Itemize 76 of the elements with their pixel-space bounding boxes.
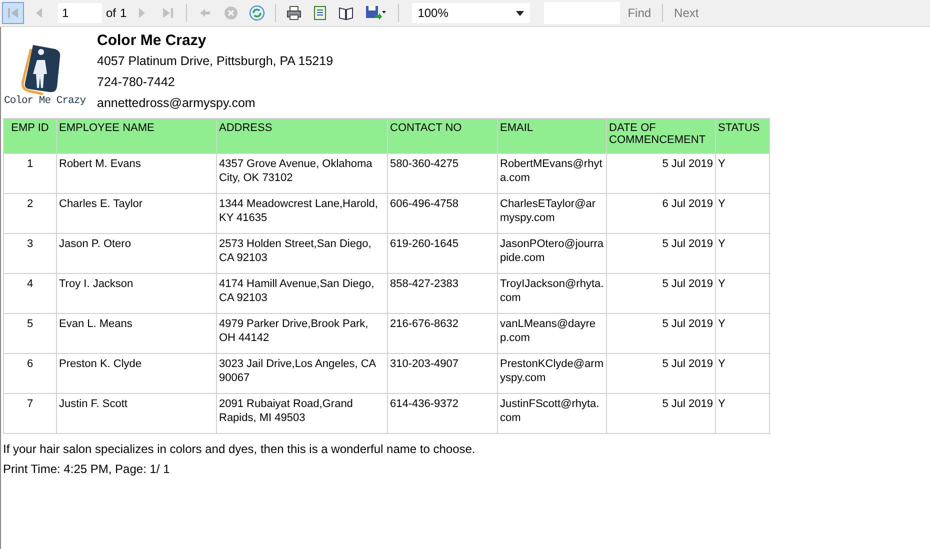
table-cell: 580-360-4275	[388, 154, 498, 194]
table-cell: Y	[716, 274, 770, 314]
table-cell: 6	[4, 354, 56, 394]
table-cell: 619-260-1645	[388, 234, 498, 274]
table-cell: 1344 Meadowcrest Lane,Harold, KY 41635	[216, 194, 388, 234]
print-icon	[286, 5, 302, 21]
table-cell: Jason P. Otero	[56, 234, 216, 274]
table-cell: vanLMeans@dayrep.com	[498, 314, 606, 354]
zoom-dropdown[interactable]: 100%	[412, 3, 530, 23]
table-cell: 4357 Grove Avenue, Oklahoma City, OK 73102	[216, 154, 388, 194]
next-link[interactable]: Next	[670, 6, 703, 20]
find-link[interactable]: Find	[624, 6, 656, 20]
table-cell: RobertMEvans@rhyta.com	[498, 154, 606, 194]
table-cell: 4	[4, 274, 56, 314]
table-cell: 5	[4, 314, 56, 354]
table-cell: Y	[716, 314, 770, 354]
stop-icon	[222, 5, 239, 21]
table-cell: JasonPOtero@jourrapide.com	[498, 234, 606, 274]
column-header: STATUS	[716, 118, 770, 154]
company-email: annettedross@armyspy.com	[97, 95, 256, 112]
company-address: 4057 Platinum Drive, Pittsburgh, PA 15219	[97, 53, 334, 70]
table-cell: 310-203-4907	[388, 354, 498, 394]
refresh-icon	[248, 5, 265, 21]
table-cell: Y	[716, 154, 770, 194]
logo: Color Me Crazy	[3, 41, 87, 105]
table-cell: TroyIJackson@rhyta.com	[498, 274, 606, 314]
column-header: EMAIL	[498, 118, 606, 154]
table-cell: 5 Jul 2019	[606, 314, 716, 354]
table-cell: Justin F. Scott	[56, 394, 216, 434]
column-header: ADDRESS	[216, 118, 388, 154]
table-cell: Troy I. Jackson	[56, 274, 216, 314]
table-cell: Y	[716, 194, 770, 234]
column-header: DATE OF COMMENCEMENT	[606, 118, 716, 154]
table-cell: 5 Jul 2019	[606, 274, 716, 314]
table-cell: 6 Jul 2019	[606, 194, 716, 234]
company-phone: 724-780-7442	[97, 74, 176, 91]
table-cell: Evan L. Means	[56, 314, 216, 354]
table-cell: 5 Jul 2019	[606, 234, 716, 274]
column-header: EMPLOYEE NAME	[56, 118, 216, 154]
company-name: Color Me Crazy	[97, 31, 208, 51]
table-cell: 2573 Holden Street,San Diego, CA 92103	[216, 234, 388, 274]
table-cell: 4979 Parker Drive,Brook Park, OH 44142	[216, 314, 388, 354]
of-label: of	[106, 6, 116, 20]
table-cell: 1	[4, 154, 56, 194]
caret-icon	[516, 10, 524, 16]
table-cell: 2	[4, 194, 56, 234]
table-cell: 614-436-9372	[388, 394, 498, 434]
table-cell: 3	[4, 234, 56, 274]
table-cell: 5 Jul 2019	[606, 394, 716, 434]
table-cell: 5 Jul 2019	[606, 154, 716, 194]
save-icon	[364, 5, 387, 21]
print-layout-icon	[312, 5, 328, 21]
column-header: EMP ID	[4, 118, 56, 154]
table-cell: CharlesETaylor@armyspy.com	[498, 194, 606, 234]
table-cell: Y	[716, 234, 770, 274]
table-cell: Preston K. Clyde	[56, 354, 216, 394]
table-cell: 3023 Jail Drive,Los Angeles, CA 90067	[216, 354, 388, 394]
table-cell: PrestonKClyde@armyspy.com	[498, 354, 606, 394]
first-page-icon	[5, 5, 21, 21]
table-cell: JustinFScott@rhyta.com	[498, 394, 606, 434]
footer-note: If your hair salon specializes in colors and dyes, then this is a wonderful name to choose.	[3, 442, 476, 456]
table-cell: 5 Jul 2019	[606, 354, 716, 394]
column-header: CONTACT NO	[388, 118, 498, 154]
table-cell: 4174 Hamill Avenue,San Diego, CA 92103	[216, 274, 388, 314]
table-cell: Robert M. Evans	[56, 154, 216, 194]
table-cell: Charles E. Taylor	[56, 194, 216, 234]
page-number-field[interactable]: 1	[58, 3, 102, 23]
table-cell: 606-496-4758	[388, 194, 498, 234]
page-count: 1	[120, 6, 127, 20]
table-cell: 7	[4, 394, 56, 434]
table-cell: Y	[716, 354, 770, 394]
print-time: Print Time: 4:25 PM, Page: 1/ 1	[3, 462, 171, 476]
table-cell: Y	[716, 394, 770, 434]
table-cell: 216-676-8632	[388, 314, 498, 354]
table-cell: 2091 Rubaiyat Road,Grand Rapids, MI 49503	[216, 394, 388, 434]
table-cell: 858-427-2383	[388, 274, 498, 314]
